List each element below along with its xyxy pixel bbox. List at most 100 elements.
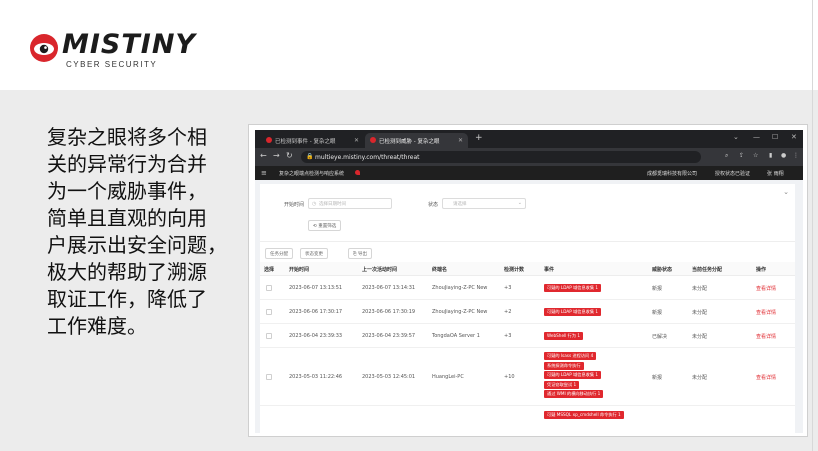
event-tag[interactable]: 通过 WMI 的横向移动执行 1 <box>544 390 604 398</box>
event-tag[interactable]: 凭证窃取尝试 1 <box>544 380 580 389</box>
event-tag[interactable]: 可疑的 LDAP 域信息收集 1 <box>544 308 602 316</box>
cell-assignment: 未分配 <box>692 286 708 292</box>
column-header-threat-status[interactable]: 威胁状态 <box>652 266 672 273</box>
assign-task-button[interactable]: 任务分配 <box>265 248 293 259</box>
browser-tab-bar: 已检测到事件 - 复杂之眼 ✕ 已检测到威胁 - 复杂之眼 ✕ + ⌄ — ☐ … <box>255 130 803 148</box>
reload-icon[interactable]: ↻ <box>286 151 293 160</box>
cell-host: HuangLei-PC <box>432 374 464 380</box>
reset-filter-label: 重置筛选 <box>318 224 337 229</box>
browser-tab-events[interactable]: 已检测到事件 - 复杂之眼 ✕ <box>261 133 364 148</box>
export-button[interactable]: ⎘ 导出 <box>348 248 373 259</box>
product-title: 复杂之眼端点检测与响应系统 <box>279 171 345 177</box>
column-header-detection-count[interactable]: 检测计数 <box>504 266 524 273</box>
cell-events: 可疑的 lsass 进程访问 4 系统探测命令执行 可疑的 LDAP 域信息收集… <box>544 352 604 400</box>
column-header-actions: 操作 <box>756 267 767 273</box>
status-placeholder: 请选择 <box>453 202 467 207</box>
zoom-icon[interactable]: ⌕ <box>725 152 728 160</box>
event-tag[interactable]: WebShell 行为 1 <box>544 332 584 340</box>
calendar-icon: ◷ <box>312 201 317 207</box>
row-checkbox[interactable] <box>266 285 272 291</box>
cell-host: ZhouJiaying-Z-PC New <box>432 285 488 291</box>
view-details-link[interactable]: 查看详情 <box>756 333 776 340</box>
description-line: 为一个威胁事件， <box>47 179 207 203</box>
description-line: 户展示出安全问题， <box>47 233 227 257</box>
auth-status[interactable]: 授权状态已验证 <box>715 170 750 177</box>
event-tag[interactable]: 可疑的 LDAP 域信息收集 1 <box>544 371 602 379</box>
cell-last-activity: 2023-05-03 12:45:01 <box>362 374 416 380</box>
brand-logo: MISTINY CYBER SECURITY <box>28 30 208 74</box>
cell-last-activity: 2023-06-04 23:39:57 <box>362 333 416 339</box>
cell-assignment: 未分配 <box>692 375 708 381</box>
tab-title: 已检测到事件 - 复杂之眼 <box>275 139 336 145</box>
event-tag[interactable]: 可疑 MSSQL xp_cmdshell 命令执行 1 <box>544 411 624 419</box>
cell-start-time: 2023-06-07 13:13:51 <box>289 285 343 291</box>
column-header-host[interactable]: 终端名 <box>432 266 447 273</box>
cell-threat-status: 已解决 <box>652 334 668 340</box>
view-details-link[interactable]: 查看详情 <box>756 285 776 292</box>
chevron-down-icon[interactable]: ⌄ <box>733 133 739 141</box>
cell-events: WebShell 行为 1 <box>544 332 584 342</box>
change-status-button[interactable]: 状态变更 <box>300 248 328 259</box>
row-checkbox[interactable] <box>266 374 272 380</box>
brand-tagline: CYBER SECURITY <box>66 60 158 69</box>
tab-favicon-icon <box>266 137 272 143</box>
table-row[interactable]: 2023-05-03 11:22:46 2023-05-03 12:45:01 … <box>260 348 795 406</box>
minimize-icon[interactable]: — <box>753 133 760 141</box>
browser-tab-threats[interactable]: 已检测到威胁 - 复杂之眼 ✕ <box>365 133 468 148</box>
cell-assignment: 未分配 <box>692 334 708 340</box>
cell-threat-status: 新报 <box>652 375 663 381</box>
app-header: ≡ 复杂之眼端点检测与响应系统 成都觅瑞科技有限公司 授权状态已验证 张 雨翔 <box>255 166 803 180</box>
event-tag[interactable]: 系统探测命令执行 <box>544 361 584 370</box>
hamburger-menu-icon[interactable]: ≡ <box>261 169 267 177</box>
cell-events: 可疑的 LDAP 域信息收集 1 <box>544 308 602 318</box>
new-tab-icon[interactable]: + <box>475 133 483 143</box>
back-arrow-icon[interactable]: ← <box>260 151 267 160</box>
user-menu[interactable]: 张 雨翔 <box>767 170 784 177</box>
eye-logo-icon <box>30 34 58 62</box>
status-select[interactable]: 请选择 ⌄ <box>442 198 526 209</box>
view-details-link[interactable]: 查看详情 <box>756 309 776 316</box>
table-header: 选择 开始时间 上一次活动时间 终端名 检测计数 事件 威胁状态 当前任务分配 … <box>260 262 795 276</box>
sidebar-icon[interactable]: ▮ <box>769 152 772 159</box>
column-header-assignment[interactable]: 当前任务分配 <box>692 266 722 273</box>
slide-edge-rule <box>812 0 813 451</box>
column-header-last-activity[interactable]: 上一次活动时间 <box>362 266 397 273</box>
cell-events: 可疑的 LDAP 域信息收集 1 <box>544 284 602 294</box>
cell-host: TongdaOA Server 1 <box>432 333 480 339</box>
cell-threat-status: 新报 <box>652 286 663 292</box>
lock-icon: 🔒 <box>306 153 314 160</box>
bookmark-star-icon[interactable]: ☆ <box>753 152 758 159</box>
chevron-down-icon: ⌄ <box>517 200 522 206</box>
brand-name: MISTINY <box>62 29 196 60</box>
forward-arrow-icon[interactable]: → <box>273 151 280 160</box>
view-details-link[interactable]: 查看详情 <box>756 374 776 381</box>
org-name[interactable]: 成都觅瑞科技有限公司 <box>647 170 697 177</box>
chevron-down-icon[interactable]: ⌄ <box>783 188 789 196</box>
close-window-icon[interactable]: ✕ <box>791 133 797 141</box>
cell-events: 可疑 MSSQL xp_cmdshell 命令执行 1 <box>544 411 624 421</box>
cell-count: +10 <box>504 374 515 380</box>
row-checkbox[interactable] <box>266 309 272 315</box>
profile-icon[interactable]: ● <box>781 152 786 159</box>
share-icon[interactable]: ⇪ <box>739 152 744 159</box>
row-checkbox[interactable] <box>266 333 272 339</box>
table-row[interactable]: 2023-06-07 13:13:51 2023-06-07 13:14:31 … <box>260 276 795 300</box>
start-time-input[interactable]: ◷ 选择日期时间 <box>308 198 392 209</box>
event-tag[interactable]: 可疑的 lsass 进程访问 4 <box>544 352 597 360</box>
address-bar[interactable]: 🔒 multieye.mistiny.com/threat/threat <box>301 151 701 163</box>
table-row[interactable]: 可疑 MSSQL xp_cmdshell 命令执行 1 <box>260 406 795 433</box>
close-icon[interactable]: ✕ <box>354 137 359 144</box>
maximize-icon[interactable]: ☐ <box>772 133 778 141</box>
kebab-menu-icon[interactable]: ⋮ <box>793 152 799 159</box>
close-icon[interactable]: ✕ <box>458 137 463 144</box>
description-line: 简单且直观的向用 <box>47 206 207 230</box>
column-header-events: 事件 <box>544 267 555 273</box>
reset-filter-button[interactable]: ⟲ 重置筛选 <box>308 220 342 231</box>
description-line: 复杂之眼将多个相 <box>47 125 207 149</box>
start-time-label: 开始时间 <box>284 202 305 208</box>
table-row[interactable]: 2023-06-06 17:30:17 2023-06-06 17:30:19 … <box>260 300 795 324</box>
table-row[interactable]: 2023-06-04 23:39:33 2023-06-04 23:39:57 … <box>260 324 795 348</box>
event-tag[interactable]: 可疑的 LDAP 域信息收集 1 <box>544 284 602 292</box>
cell-count: +3 <box>504 333 512 339</box>
column-header-start-time[interactable]: 开始时间 <box>289 266 309 273</box>
